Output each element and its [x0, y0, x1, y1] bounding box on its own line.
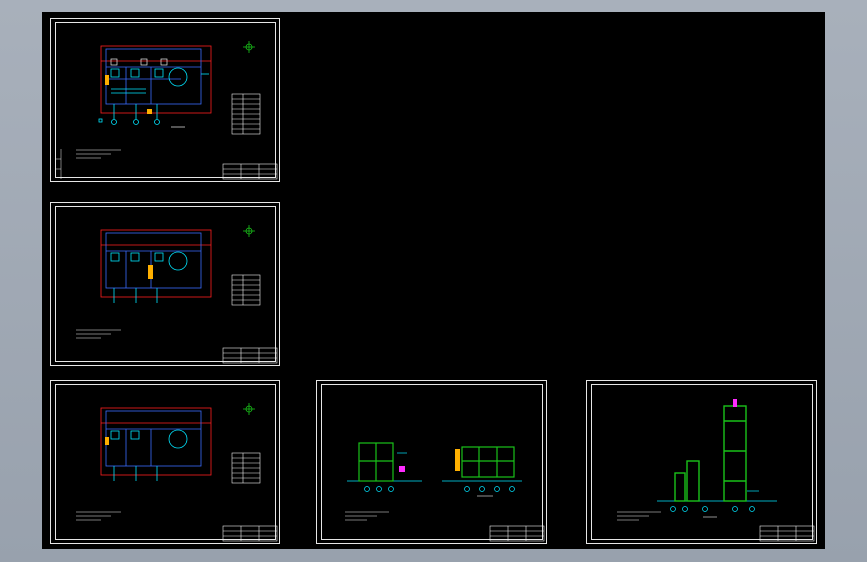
legend-table — [231, 274, 261, 306]
elevation-right-details — [464, 486, 515, 492]
elevation-left-details — [364, 452, 407, 492]
drawing-canvas[interactable] — [42, 12, 825, 549]
floor-plan-drawing — [76, 225, 278, 364]
title-block — [759, 525, 815, 542]
elevation-drawing — [345, 442, 545, 542]
north-arrow — [243, 41, 255, 53]
tower-elevation-drawing — [617, 399, 815, 542]
north-arrow — [243, 225, 255, 237]
legend-table — [231, 93, 261, 135]
floor-plan-drawing — [76, 403, 278, 542]
legend-table — [231, 452, 261, 484]
plan-accent-block — [147, 109, 152, 114]
plan-accent-block — [105, 75, 109, 85]
tower-accent — [733, 399, 737, 407]
tower-structure — [674, 405, 747, 502]
plan-accent-block — [148, 265, 153, 279]
plan-fixtures — [98, 67, 209, 125]
drawing-sheet-plan-2[interactable] — [50, 202, 280, 366]
plan-accent-block — [105, 437, 109, 445]
notes-block — [345, 495, 493, 521]
elevation-left — [358, 442, 394, 482]
title-block — [222, 525, 278, 542]
notes-block — [617, 511, 717, 521]
floor-plan-drawing — [55, 41, 278, 180]
elevation-accent — [455, 449, 460, 471]
north-arrow — [243, 403, 255, 415]
title-block — [222, 347, 278, 364]
title-block — [222, 163, 278, 180]
plan-fixtures — [110, 429, 188, 481]
notes-block — [76, 329, 121, 339]
plan-outline — [100, 45, 212, 114]
drawing-sheet-plan-3[interactable] — [50, 380, 280, 544]
elevation-accent — [399, 466, 405, 472]
elevation-right — [461, 446, 515, 478]
notes-block — [76, 511, 121, 521]
title-block — [489, 525, 545, 542]
plan-outline — [100, 407, 212, 476]
side-strip — [55, 149, 62, 179]
drawing-sheet-elevations[interactable] — [316, 380, 547, 544]
drawing-sheet-plan-1[interactable] — [50, 18, 280, 182]
drawing-sheet-tower[interactable] — [586, 380, 817, 544]
plan-outline — [100, 229, 212, 298]
notes-block — [76, 149, 121, 159]
